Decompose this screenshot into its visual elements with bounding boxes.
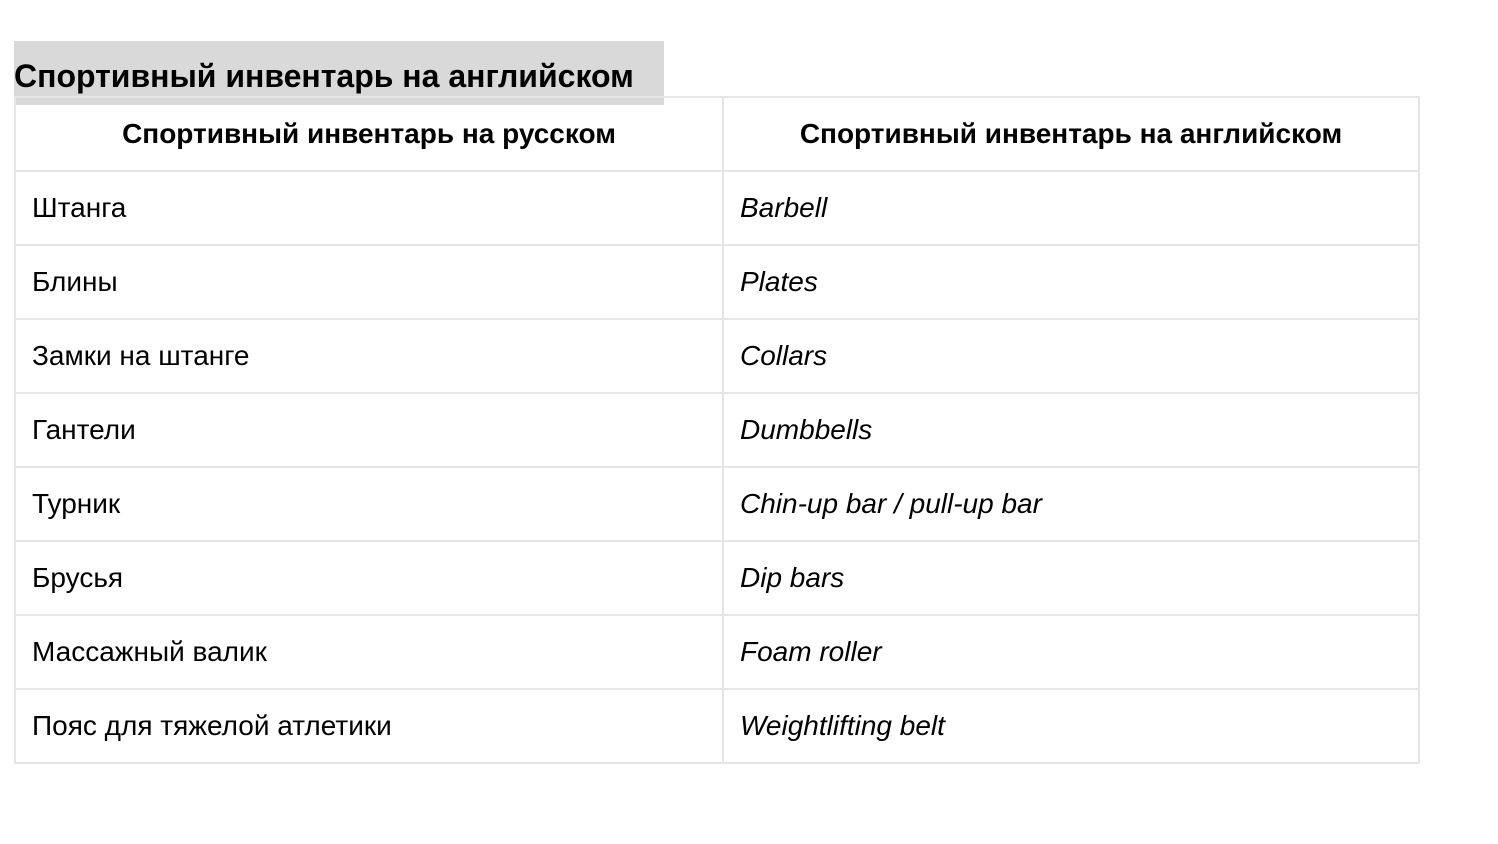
- table-row: Пояс для тяжелой атлетики Weightlifting …: [14, 688, 1420, 764]
- cell-russian: Турник: [14, 466, 724, 542]
- cell-english: Barbell: [722, 170, 1420, 246]
- cell-russian: Замки на штанге: [14, 318, 724, 394]
- table-row: Брусья Dip bars: [14, 540, 1420, 616]
- cell-english: Foam roller: [722, 614, 1420, 690]
- cell-english: Dumbbells: [722, 392, 1420, 468]
- cell-russian: Брусья: [14, 540, 724, 616]
- cell-english: Collars: [722, 318, 1420, 394]
- table-row: Турник Chin-up bar / pull-up bar: [14, 466, 1420, 542]
- cell-russian: Массажный валик: [14, 614, 724, 690]
- table-row: Штанга Barbell: [14, 170, 1420, 246]
- table-row: Замки на штанге Collars: [14, 318, 1420, 394]
- cell-russian: Пояс для тяжелой атлетики: [14, 688, 724, 764]
- cell-russian: Гантели: [14, 392, 724, 468]
- column-header-russian: Спортивный инвентарь на русском: [14, 96, 724, 172]
- table-row: Блины Plates: [14, 244, 1420, 320]
- vocabulary-table: Спортивный инвентарь на русском Спортивн…: [14, 96, 1420, 764]
- cell-english: Chin-up bar / pull-up bar: [722, 466, 1420, 542]
- cell-english: Weightlifting belt: [722, 688, 1420, 764]
- table-row: Гантели Dumbbells: [14, 392, 1420, 468]
- column-header-english: Спортивный инвентарь на английском: [722, 96, 1420, 172]
- cell-english: Dip bars: [722, 540, 1420, 616]
- table-row: Массажный валик Foam roller: [14, 614, 1420, 690]
- table-header-row: Спортивный инвентарь на русском Спортивн…: [14, 96, 1420, 172]
- cell-english: Plates: [722, 244, 1420, 320]
- cell-russian: Блины: [14, 244, 724, 320]
- cell-russian: Штанга: [14, 170, 724, 246]
- page-title: Спортивный инвентарь на английском: [14, 40, 664, 105]
